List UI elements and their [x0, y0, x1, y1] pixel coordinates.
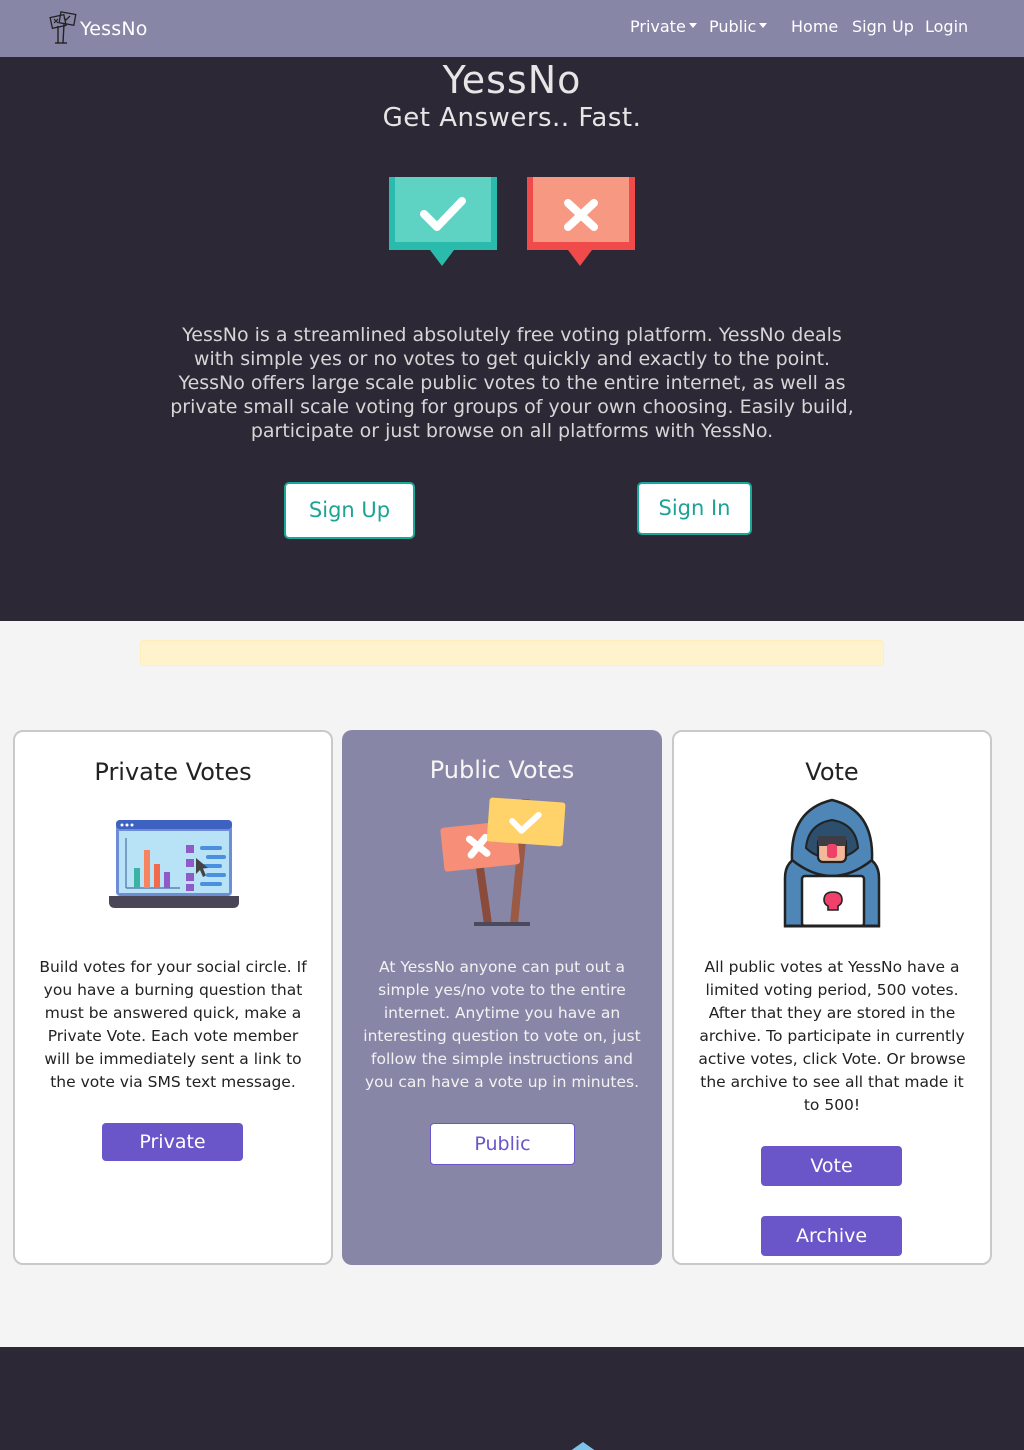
hero-section: YessNo Get Answers.. Fast. YessNo is a s… — [0, 57, 1024, 621]
caret-down-icon — [688, 23, 697, 28]
brand-logo-icon — [46, 10, 78, 48]
hooded-voter-icon — [782, 798, 882, 932]
card-description: At YessNo anyone can put out a simple ye… — [363, 958, 641, 1091]
hero-signup-button[interactable]: Sign Up — [284, 482, 415, 539]
private-votes-card: Private Votes Build votes for your socia… — [13, 730, 333, 1265]
nav-home-link[interactable]: Home — [791, 17, 838, 36]
hero-description: YessNo is a streamlined absolutely free … — [170, 324, 854, 442]
card-description: All public votes at YessNo have a limite… — [698, 958, 966, 1114]
nav-public-label: Public — [709, 17, 757, 36]
card-title: Public Votes — [429, 756, 575, 784]
public-button[interactable]: Public — [430, 1123, 575, 1165]
card-title: Vote — [805, 758, 859, 786]
caret-down-icon — [759, 23, 768, 28]
vote-button[interactable]: Vote — [761, 1146, 902, 1186]
card-title: Private Votes — [94, 758, 252, 786]
brand-name: YessNo — [80, 18, 148, 40]
nav-login-link[interactable]: Login — [925, 17, 968, 36]
alert-bar — [140, 640, 884, 666]
footer — [0, 1347, 1024, 1450]
laptop-chart-icon — [108, 818, 240, 912]
nav-private-dropdown[interactable]: Private — [630, 17, 697, 36]
private-button[interactable]: Private — [102, 1123, 243, 1161]
footer-diamond-icon — [566, 1439, 600, 1450]
vote-signs-icon — [438, 794, 568, 933]
hero-signin-button[interactable]: Sign In — [637, 482, 752, 535]
navbar: YessNo Private Public Home Sign Up Login — [0, 0, 1024, 57]
x-bubble-icon — [527, 177, 635, 266]
card-description: Build votes for your social circle. If y… — [39, 958, 307, 1091]
check-bubble-icon — [389, 177, 497, 266]
archive-button[interactable]: Archive — [761, 1216, 902, 1256]
hero-subtitle: Get Answers.. Fast. — [382, 103, 642, 133]
vote-card: Vote All public votes at YessNo have a l… — [672, 730, 992, 1265]
nav-public-dropdown[interactable]: Public — [709, 17, 768, 36]
hero-title: YessNo — [442, 58, 582, 102]
hero-icons — [388, 175, 638, 274]
brand[interactable]: YessNo — [46, 10, 148, 48]
nav-private-label: Private — [630, 17, 686, 36]
public-votes-card: Public Votes At YessNo anyone can put ou… — [342, 730, 662, 1265]
nav-signup-link[interactable]: Sign Up — [852, 17, 914, 36]
